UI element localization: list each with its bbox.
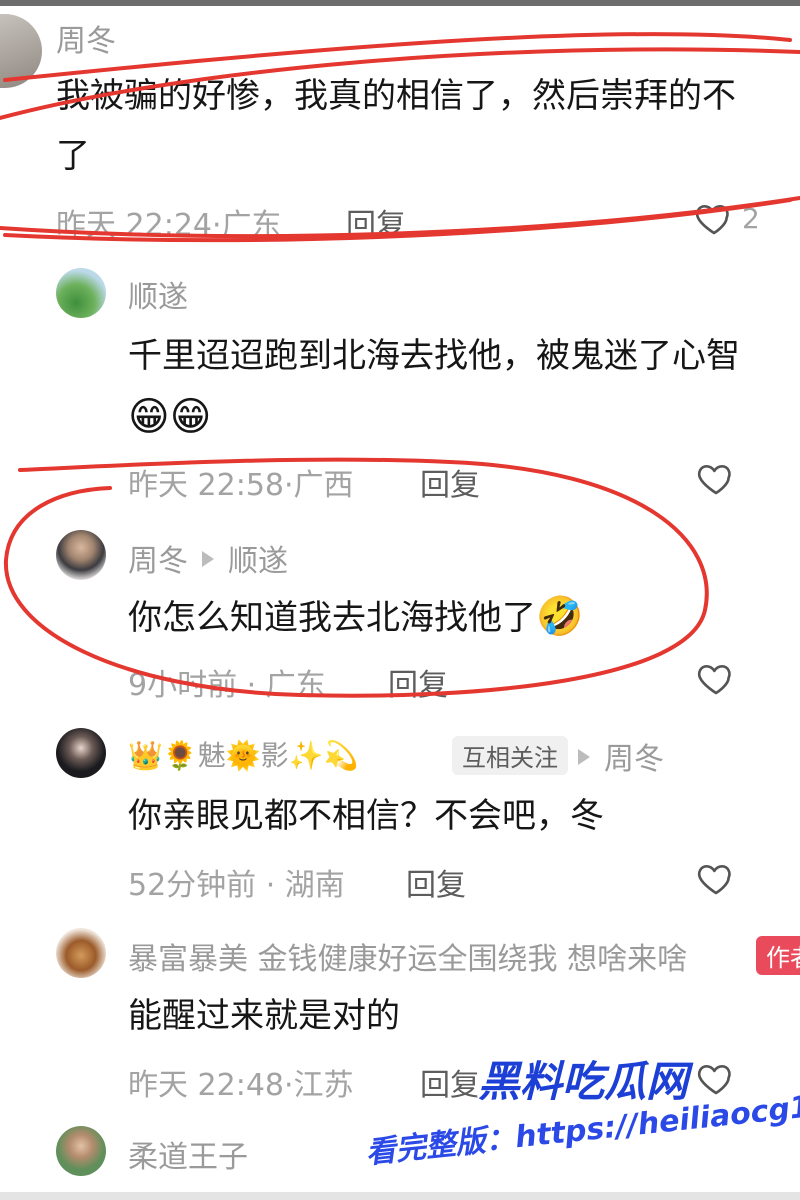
comment-text-body: 你怎么知道我去北海找他了 [128,598,536,638]
top-edge-bar [0,0,800,6]
avatar[interactable] [56,728,106,778]
reply-button[interactable]: 回复 [406,860,466,904]
heart-icon[interactable] [696,458,736,498]
separator-dot: · [237,668,266,703]
comment-author[interactable]: 暴富暴美 金钱健康好运全围绕我 想啥来啥 [128,934,687,978]
comment-author[interactable]: 周冬 [56,16,116,60]
reply-button[interactable]: 回复 [420,1060,480,1104]
comment-location: 江苏 [293,1068,354,1103]
comment-location: 湖南 [284,868,345,903]
separator-dot: · [284,1068,294,1103]
comment-text: 我被骗的好惨，我真的相信了，然后崇拜的不 [56,76,736,116]
separator-dot: · [212,208,222,243]
comment-emoji: 😁😁 [128,394,212,440]
comment-text: 你亲眼见都不相信？不会吧，冬 [128,796,604,836]
reply-arrow-icon [578,749,590,765]
separator-dot: · [256,868,285,903]
comment-author[interactable]: 👑🌻魅🌞影✨💫 [128,734,358,774]
comment-text-continued: 了 [56,136,90,176]
annotation-circle-2 [3,457,709,698]
mutual-follow-badge: 互相关注 [452,736,568,775]
comment-time-location: 昨天 22:24·广东 [56,200,282,244]
reply-target-name[interactable]: 顺遂 [228,544,288,579]
comment-time-location: 9小时前 · 广东 [128,660,326,704]
comment-time-location: 昨天 22:48·江苏 [128,1060,354,1104]
author-name[interactable]: 周冬 [128,544,188,579]
avatar[interactable] [56,928,106,978]
avatar[interactable] [0,14,42,88]
like-count: 2 [742,202,760,235]
heart-icon[interactable] [696,858,736,898]
comment-text: 千里迢迢跑到北海去找他，被鬼迷了心智 [128,336,740,376]
comment-time: 昨天 22:58 [128,468,284,503]
comment-location: 广东 [265,668,326,703]
comment-text: 你怎么知道我去北海找他了🤣 [128,592,583,642]
reply-target[interactable]: 周冬 [578,734,664,778]
reply-button[interactable]: 回复 [388,660,448,704]
author-tag: 作者 [756,936,800,975]
comment-time: 昨天 22:24 [56,208,212,243]
laughing-crying-emoji: 🤣 [536,594,584,638]
bottom-edge-bar [0,1192,800,1200]
avatar[interactable] [56,1126,106,1176]
comment-time-location: 昨天 22:58·广西 [128,460,354,504]
comment-time: 52分钟前 [128,868,257,903]
comment-author[interactable]: 顺遂 [128,272,188,316]
comment-author[interactable]: 柔道王子 [128,1132,248,1176]
avatar[interactable] [56,268,106,318]
comment-location: 广东 [221,208,282,243]
comment-author[interactable]: 周冬 顺遂 [128,536,288,580]
comment-text: 能醒过来就是对的 [128,996,400,1036]
separator-dot: · [284,468,294,503]
comment-time-location: 52分钟前 · 湖南 [128,860,345,904]
reply-button[interactable]: 回复 [346,200,406,244]
avatar[interactable] [56,530,106,580]
comment-location: 广西 [293,468,354,503]
reply-target-name[interactable]: 周冬 [604,742,664,777]
heart-icon[interactable] [694,198,734,238]
heart-icon[interactable] [696,658,736,698]
comment-time: 9小时前 [128,668,238,703]
reply-arrow-icon [202,551,214,567]
reply-button[interactable]: 回复 [420,460,480,504]
comment-time: 昨天 22:48 [128,1068,284,1103]
